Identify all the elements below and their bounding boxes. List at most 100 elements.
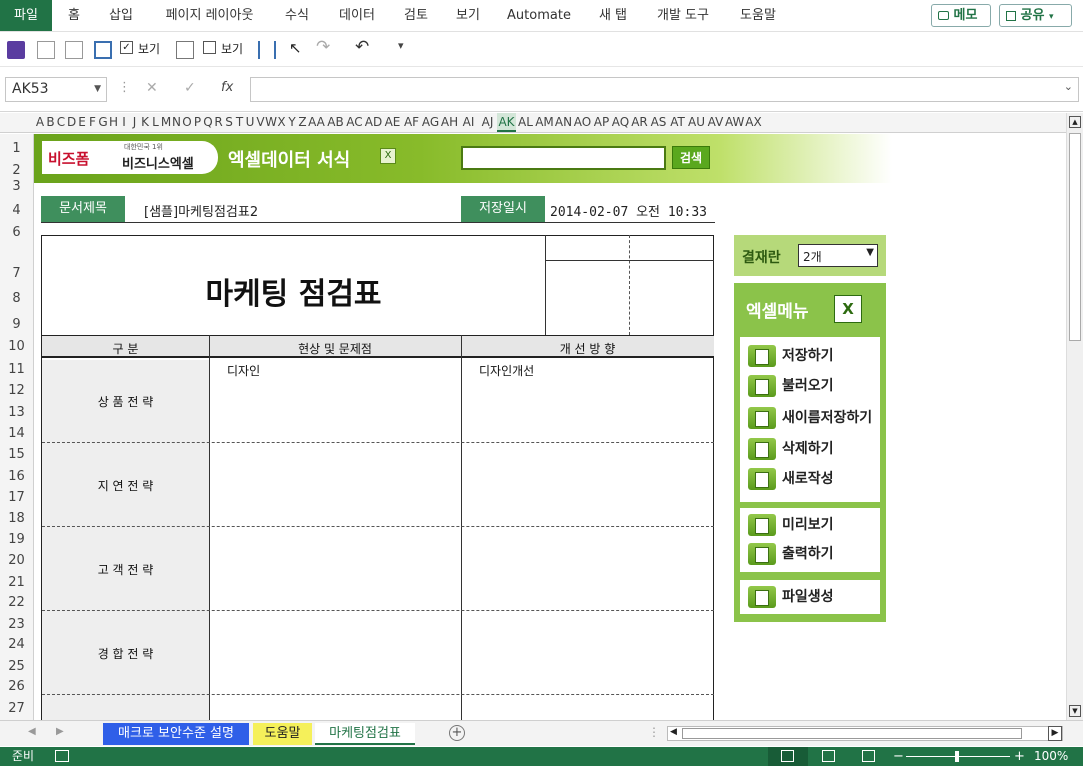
scroll-left-icon[interactable]: ◀: [670, 727, 677, 737]
heading-cell[interactable]: 마케팅 점검표: [41, 235, 546, 335]
redo-icon[interactable]: ↷: [316, 37, 330, 57]
column-header-c[interactable]: C: [55, 113, 67, 132]
column-header-aq[interactable]: AQ: [611, 113, 630, 132]
column-header-aj[interactable]: AJ: [478, 113, 497, 132]
column-header-af[interactable]: AF: [402, 113, 421, 132]
row-height-icon[interactable]: [258, 41, 276, 59]
column-header-i[interactable]: I: [118, 113, 130, 132]
pointer-icon[interactable]: ↖: [289, 39, 302, 57]
column-header-ae[interactable]: AE: [383, 113, 402, 132]
scroll-right-icon[interactable]: ▶: [1048, 726, 1062, 741]
vertical-scrollbar[interactable]: ▲ ▼: [1066, 113, 1083, 720]
column-header-at[interactable]: AT: [668, 113, 687, 132]
horizontal-scrollbar[interactable]: ◀: [667, 726, 1063, 741]
macro-record-icon[interactable]: [55, 750, 69, 762]
column-header-aa[interactable]: AA: [307, 113, 326, 132]
row-header-25[interactable]: 25: [0, 659, 33, 674]
menu-new[interactable]: 새로작성: [748, 466, 834, 492]
column-header-f[interactable]: F: [88, 113, 97, 132]
row-header-15[interactable]: 15: [0, 447, 33, 462]
column-header-as[interactable]: AS: [649, 113, 668, 132]
row-header-13[interactable]: 13: [0, 405, 33, 420]
column-header-k[interactable]: K: [139, 113, 151, 132]
page-break-icon[interactable]: [862, 750, 875, 762]
row-header-21[interactable]: 21: [0, 575, 33, 590]
next-sheet-icon[interactable]: ▶: [56, 726, 64, 737]
formula-input[interactable]: ⌄: [250, 77, 1079, 102]
tab-file[interactable]: 파일: [0, 0, 52, 31]
column-header-m[interactable]: M: [160, 113, 172, 132]
headings-checkbox[interactable]: [203, 41, 216, 54]
menu-print[interactable]: 출력하기: [748, 541, 834, 567]
hscroll-thumb[interactable]: [682, 728, 1022, 739]
zoom-level[interactable]: 100%: [1034, 747, 1068, 766]
column-header-b[interactable]: B: [46, 113, 55, 132]
column-header-p[interactable]: P: [193, 113, 202, 132]
row-header-6[interactable]: 6: [0, 225, 33, 240]
zoom-slider-handle[interactable]: [955, 751, 959, 762]
menu-load[interactable]: 불러오기: [748, 373, 834, 399]
tab-splitter-icon[interactable]: ⋮: [648, 725, 660, 739]
column-header-n[interactable]: N: [172, 113, 181, 132]
column-header-ah[interactable]: AH: [440, 113, 459, 132]
search-input[interactable]: [461, 146, 666, 170]
column-header-o[interactable]: O: [181, 113, 193, 132]
scroll-up-icon[interactable]: ▲: [1069, 116, 1081, 128]
add-sheet-icon[interactable]: +: [449, 725, 465, 741]
row-header-26[interactable]: 26: [0, 679, 33, 694]
tab-view[interactable]: 보기: [446, 0, 490, 31]
column-header-av[interactable]: AV: [706, 113, 725, 132]
customize-toolbar-icon[interactable]: ▾: [398, 39, 404, 52]
doc-title-value[interactable]: [샘플]마케팅점검표2: [144, 201, 258, 220]
column-header-y[interactable]: Y: [286, 113, 298, 132]
scroll-down-icon[interactable]: ▼: [1069, 705, 1081, 717]
column-header-ao[interactable]: AO: [573, 113, 592, 132]
share-button[interactable]: 공유 ▾: [999, 4, 1072, 27]
column-header-au[interactable]: AU: [687, 113, 706, 132]
tab-data[interactable]: 데이터: [328, 0, 386, 31]
memo-button[interactable]: 메모: [931, 4, 991, 27]
column-header-q[interactable]: Q: [202, 113, 214, 132]
row-header-27[interactable]: 27: [0, 701, 33, 716]
column-header-g[interactable]: G: [97, 113, 109, 132]
row-header-14[interactable]: 14: [0, 426, 33, 441]
scrollbar-thumb[interactable]: [1069, 133, 1081, 341]
enter-icon[interactable]: ✓: [184, 80, 196, 96]
name-box[interactable]: AK53 ▼: [5, 77, 107, 102]
menu-create-file[interactable]: 파일생성: [748, 584, 834, 610]
search-button[interactable]: 검색: [672, 146, 710, 169]
menu-delete[interactable]: 삭제하기: [748, 436, 834, 462]
column-header-ak[interactable]: AK: [497, 113, 516, 132]
column-header-x[interactable]: X: [277, 113, 286, 132]
column-header-u[interactable]: U: [244, 113, 256, 132]
column-header-r[interactable]: R: [214, 113, 223, 132]
category-customer[interactable]: 고 객 전 략: [42, 561, 209, 578]
column-header-ai[interactable]: AI: [459, 113, 478, 132]
column-header-ac[interactable]: AC: [345, 113, 364, 132]
worksheet-grid[interactable]: 비즈폼 대한민국 1위 비즈니스엑셀 엑셀데이터 서식 X 검색 문서제목 [샘…: [34, 134, 1066, 720]
gridlines-checkbox[interactable]: ✓: [120, 41, 133, 54]
column-header-d[interactable]: D: [67, 113, 76, 132]
row-header-3[interactable]: 3: [0, 179, 33, 194]
tab-insert[interactable]: 삽입: [100, 0, 142, 31]
tab-automate[interactable]: Automate: [500, 0, 578, 31]
table-icon[interactable]: [176, 41, 194, 59]
paste-icon[interactable]: [65, 41, 83, 59]
column-header-e[interactable]: E: [76, 113, 88, 132]
row-header-19[interactable]: 19: [0, 532, 33, 547]
tab-new-tab[interactable]: 새 탭: [588, 0, 638, 31]
menu-save[interactable]: 저장하기: [748, 343, 834, 369]
row-header-23[interactable]: 23: [0, 617, 33, 632]
row-header-18[interactable]: 18: [0, 511, 33, 526]
column-header-h[interactable]: H: [109, 113, 118, 132]
undo-icon[interactable]: ↶: [355, 37, 369, 57]
save-icon[interactable]: [7, 41, 25, 59]
page-layout-icon[interactable]: [822, 750, 835, 762]
sheet-tab-checklist[interactable]: 마케팅점검표: [315, 723, 415, 745]
column-header-aw[interactable]: AW: [725, 113, 744, 132]
row-header-10[interactable]: 10: [0, 339, 33, 354]
column-header-ax[interactable]: AX: [744, 113, 763, 132]
tab-home[interactable]: 홈: [58, 0, 90, 31]
row-header-16[interactable]: 16: [0, 469, 33, 484]
category-competition[interactable]: 경 합 전 략: [42, 645, 209, 662]
